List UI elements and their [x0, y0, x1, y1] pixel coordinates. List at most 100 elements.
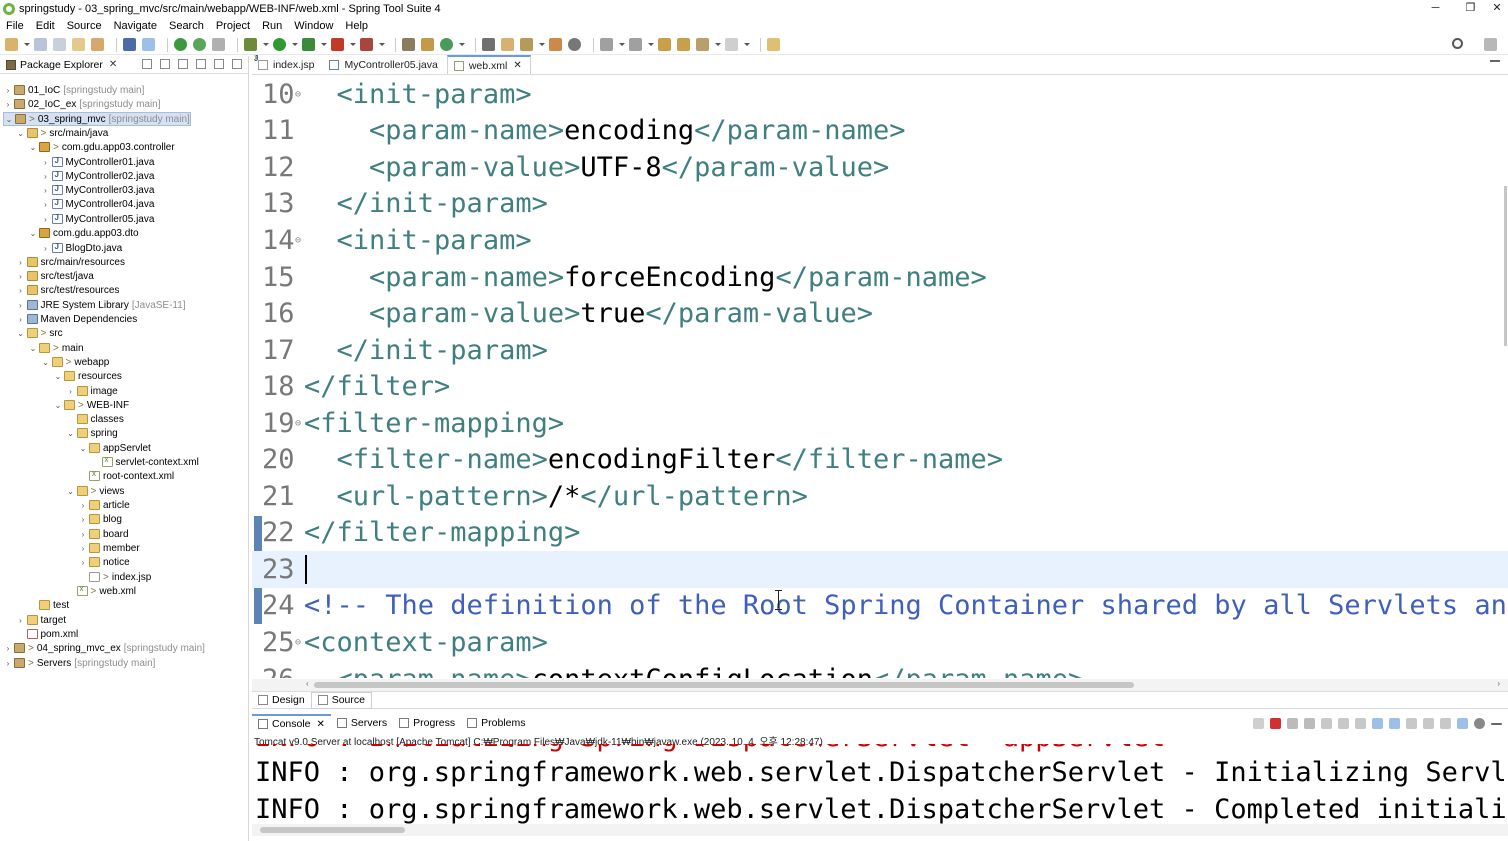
menu-run[interactable]: Run — [262, 20, 282, 32]
chevron-down-icon[interactable]: ⌄ — [28, 229, 38, 238]
scroll-right-icon[interactable]: › — [1497, 679, 1500, 688]
code-line[interactable]: 25 ⊖ <context-param> — [252, 624, 1508, 661]
code-line[interactable]: 15 <param-name>forceEncoding</param-name… — [252, 259, 1508, 296]
code-line[interactable]: 17 </init-param> — [252, 332, 1508, 369]
restore-button[interactable]: ❐ — [1453, 0, 1488, 17]
chevron-right-icon[interactable]: › — [16, 315, 26, 324]
word-wrap-icon[interactable] — [1355, 718, 1366, 729]
chevron-down-icon[interactable] — [24, 38, 30, 51]
chevron-down-icon[interactable]: ⌄ — [66, 487, 76, 496]
tree-item[interactable]: › target — [16, 613, 66, 627]
pin-editor-icon[interactable] — [767, 38, 780, 51]
tree-item[interactable]: ⌄ appServlet — [78, 441, 151, 455]
fold-icon[interactable]: ⊖ — [295, 637, 301, 648]
search-file-icon[interactable] — [520, 38, 533, 51]
minimize-editor-icon[interactable] — [1490, 60, 1500, 62]
chevron-down-icon[interactable] — [744, 38, 750, 51]
gear-icon[interactable] — [1474, 718, 1485, 729]
tree-item[interactable]: › src/main/resources — [16, 255, 125, 269]
editor-vertical-scrollbar[interactable] — [1502, 76, 1508, 678]
show-on-stdout-icon[interactable] — [1372, 718, 1383, 729]
tree-item[interactable]: test — [28, 598, 69, 612]
chevron-right-icon[interactable]: › — [16, 301, 26, 310]
globe-icon[interactable] — [568, 38, 581, 51]
back-icon[interactable] — [696, 38, 709, 51]
minimize-button[interactable]: ─ — [1418, 0, 1453, 17]
scrollbar-thumb[interactable] — [1504, 186, 1507, 346]
editor-tab-mycontroller05[interactable]: MyController05.java — [323, 55, 446, 74]
menu-file[interactable]: File — [6, 20, 24, 32]
tree-item[interactable]: >web.xml — [66, 584, 136, 598]
open-folder-icon[interactable] — [501, 38, 514, 51]
open-task-icon[interactable] — [482, 38, 495, 51]
code-line[interactable]: 11 <param-name>encoding</param-name> — [252, 113, 1508, 150]
chevron-right-icon[interactable]: › — [66, 387, 76, 396]
tree-item[interactable]: › member — [78, 541, 140, 555]
tree-item[interactable]: › >04_spring_mvc_ex [springstudy main] — [3, 641, 205, 655]
show-on-stderr-icon[interactable] — [1389, 718, 1400, 729]
tree-item[interactable]: ⌄ > webapp — [41, 355, 109, 369]
coverage-icon[interactable] — [302, 38, 315, 51]
new-icon[interactable] — [5, 38, 18, 51]
display-console-icon[interactable] — [1406, 718, 1417, 729]
chevron-down-icon[interactable]: ⌄ — [28, 143, 38, 152]
tree-item[interactable]: pom.xml — [16, 627, 78, 641]
console-output[interactable]: INFO : Initializing Spring DispatcherSer… — [252, 744, 1508, 824]
chevron-right-icon[interactable]: › — [41, 215, 51, 224]
chevron-right-icon[interactable]: › — [16, 286, 26, 295]
tree-item[interactable]: › notice — [78, 555, 130, 569]
close-icon[interactable]: ✕ — [317, 719, 325, 730]
pin-console-icon[interactable] — [1440, 718, 1451, 729]
refresh-icon[interactable] — [193, 38, 206, 51]
tab-package-explorer[interactable]: Package Explorer ✕ — [0, 56, 123, 74]
tab-progress[interactable]: Progress — [393, 714, 461, 732]
close-icon[interactable]: ✕ — [513, 60, 521, 71]
chevron-right-icon[interactable]: › — [78, 501, 88, 510]
remove-launch-icon[interactable] — [1287, 718, 1298, 729]
tree-item[interactable]: ⌄ resources — [53, 369, 122, 383]
remove-all-icon[interactable] — [1304, 718, 1315, 729]
reload-icon[interactable] — [1253, 718, 1264, 729]
code-line[interactable]: 22 </filter-mapping> — [252, 515, 1508, 552]
tree-item[interactable]: root-context.xml — [78, 469, 174, 483]
forward-icon[interactable] — [725, 38, 738, 51]
code-line[interactable]: 14 ⊖ <init-param> — [252, 222, 1508, 259]
tree-item[interactable]: › 01_IoC [springstudy main] — [3, 83, 145, 97]
code-line[interactable]: 19 ⊖ <filter-mapping> — [252, 405, 1508, 442]
chevron-right-icon[interactable]: › — [41, 244, 51, 253]
chevron-right-icon[interactable]: › — [78, 530, 88, 539]
chevron-right-icon[interactable]: › — [16, 616, 26, 625]
fold-icon[interactable]: ⊖ — [295, 89, 301, 100]
minimize-view-icon[interactable] — [214, 59, 224, 69]
new-console-icon[interactable] — [1423, 718, 1434, 729]
tree-item[interactable]: servlet-context.xml — [91, 455, 199, 469]
chevron-right-icon[interactable]: › — [3, 86, 13, 95]
terminate-icon[interactable] — [1270, 718, 1281, 729]
tree-item[interactable]: › src/test/resources — [16, 283, 119, 297]
chevron-down-icon[interactable] — [350, 38, 356, 51]
boot-dashboard-icon[interactable] — [174, 38, 187, 51]
tree-item[interactable]: › > Servers [springstudy main] — [3, 656, 156, 670]
clear-console-icon[interactable] — [1321, 718, 1332, 729]
new-package-icon[interactable] — [421, 38, 434, 51]
chevron-down-icon[interactable] — [539, 38, 545, 51]
tree-item[interactable]: › image — [66, 384, 118, 398]
run-icon[interactable] — [273, 38, 286, 51]
code-line[interactable]: 16 <param-value>true</param-value> — [252, 295, 1508, 332]
tree-item[interactable]: ⌄ >03_spring_mvc [springstudy main] — [3, 112, 191, 126]
editor-horizontal-scrollbar[interactable]: ‹ › — [252, 679, 1508, 691]
filter-icon[interactable] — [178, 59, 188, 69]
view-menu-icon[interactable] — [196, 59, 206, 69]
link-with-editor-icon[interactable] — [160, 59, 170, 69]
chevron-right-icon[interactable]: › — [16, 258, 26, 267]
menu-help[interactable]: Help — [345, 20, 368, 32]
console-horizontal-scrollbar[interactable] — [252, 824, 1508, 836]
chevron-down-icon[interactable] — [292, 38, 298, 51]
chevron-right-icon[interactable]: › — [3, 100, 13, 109]
scrollbar-thumb[interactable] — [260, 827, 405, 833]
chevron-down-icon[interactable] — [619, 38, 625, 51]
new-class-icon[interactable] — [440, 38, 453, 51]
xml-source-editor[interactable]: 10 ⊖ <init-param> 11 <param-name>encoding<… — [252, 76, 1508, 678]
annotation-icon[interactable] — [549, 38, 562, 51]
code-line[interactable]: 18 </filter> — [252, 368, 1508, 405]
